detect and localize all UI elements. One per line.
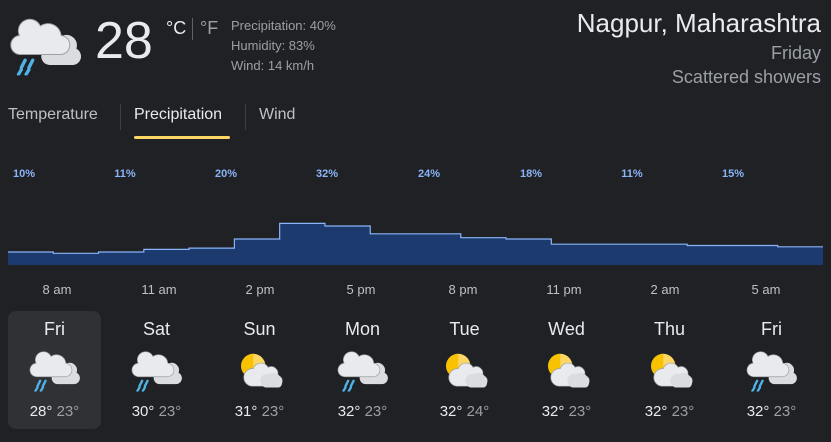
tab-divider	[120, 104, 121, 130]
high-temp: 32°	[644, 403, 668, 420]
time-tick-label: 5 am	[752, 282, 781, 297]
location-condition: Scattered showers	[671, 67, 821, 87]
high-temp: 32°	[439, 403, 463, 420]
forecast-temps: 32° 23°	[623, 403, 716, 420]
forecast-day-tue[interactable]: Tue 32° 24°	[418, 311, 511, 429]
rain-cloud-icon	[28, 347, 82, 393]
precipitation-value-label: 11%	[621, 168, 643, 180]
high-temp: 28°	[29, 403, 53, 420]
low-temp: 23°	[364, 403, 388, 420]
forecast-day-name: Sun	[243, 319, 276, 339]
precipitation-value-label: 20%	[215, 168, 237, 180]
high-temp: 30°	[131, 403, 155, 420]
precipitation-value-label: 32%	[316, 168, 338, 180]
location-title: Nagpur, Maharashtra	[576, 8, 821, 38]
rain-cloud-icon	[8, 14, 84, 76]
forecast-day-name: Wed	[548, 319, 585, 339]
forecast-day-sun[interactable]: Sun 31° 23°	[213, 311, 306, 429]
time-tick-label: 2 pm	[246, 282, 275, 297]
tab-precipitation[interactable]: Precipitation	[134, 106, 222, 124]
low-temp: 23°	[261, 403, 285, 420]
high-temp: 32°	[746, 403, 770, 420]
forecast-temps: 32° 23°	[520, 403, 613, 420]
forecast-day-fri[interactable]: Fri 28° 23°	[8, 311, 101, 429]
precipitation-value-label: 11%	[114, 168, 136, 180]
unit-celsius-button[interactable]: °C	[166, 18, 186, 39]
time-tick-label: 5 pm	[347, 282, 376, 297]
time-tick-label: 8 am	[43, 282, 72, 297]
forecast-temps: 28° 23°	[8, 403, 101, 420]
current-temperature: 28	[95, 12, 153, 70]
unit-fahrenheit-button[interactable]: °F	[200, 18, 218, 39]
high-temp: 31°	[234, 403, 258, 420]
tab-divider	[245, 104, 246, 130]
time-tick-label: 2 am	[651, 282, 680, 297]
precipitation-value-label: 24%	[418, 168, 440, 180]
unit-divider	[192, 18, 193, 40]
tab-wind[interactable]: Wind	[259, 106, 295, 124]
partly-cloudy-icon	[643, 347, 697, 393]
precipitation-value-label: 10%	[13, 168, 35, 180]
high-temp: 32°	[337, 403, 361, 420]
rain-cloud-icon	[745, 347, 799, 393]
precipitation-area	[8, 223, 823, 265]
location-day: Friday	[770, 43, 821, 63]
forecast-day-thu[interactable]: Thu 32° 23°	[623, 311, 716, 429]
forecast-temps: 32° 24°	[418, 403, 511, 420]
rain-cloud-icon	[336, 347, 390, 393]
humidity-text: Humidity: 83%	[231, 38, 315, 53]
forecast-temps: 32° 23°	[316, 403, 409, 420]
forecast-temps: 31° 23°	[213, 403, 306, 420]
low-temp: 23°	[773, 403, 797, 420]
forecast-day-name: Fri	[761, 319, 782, 339]
precipitation-chart: 10% 11% 20% 32% 24% 18% 11% 15% 8 am 11 am 2 pm 5 p…	[8, 168, 823, 297]
forecast-temps: 30° 23°	[110, 403, 203, 420]
low-temp: 23°	[671, 403, 695, 420]
forecast-day-wed[interactable]: Wed 32° 23°	[520, 311, 613, 429]
partly-cloudy-icon	[438, 347, 492, 393]
partly-cloudy-icon	[233, 347, 287, 393]
time-tick-label: 8 pm	[449, 282, 478, 297]
forecast-day-name: Thu	[653, 319, 686, 339]
wind-text: Wind: 14 km/h	[231, 58, 315, 73]
forecast-day-mon[interactable]: Mon 32° 23°	[316, 311, 409, 429]
partly-cloudy-icon	[540, 347, 594, 393]
active-tab-indicator	[134, 136, 230, 139]
forecast-day-fri[interactable]: Fri 32° 23°	[725, 311, 818, 429]
low-temp: 24°	[466, 403, 490, 420]
time-tick-label: 11 pm	[546, 282, 581, 297]
forecast-day-name: Tue	[449, 319, 480, 339]
precipitation-value-label: 18%	[520, 168, 542, 180]
high-temp: 32°	[541, 403, 565, 420]
rain-cloud-icon	[130, 347, 184, 393]
low-temp: 23°	[158, 403, 182, 420]
forecast-temps: 32° 23°	[725, 403, 818, 420]
low-temp: 23°	[56, 403, 80, 420]
tab-temperature[interactable]: Temperature	[8, 106, 98, 124]
forecast-day-name: Sat	[142, 319, 171, 339]
time-tick-label: 11 am	[141, 282, 176, 297]
low-temp: 23°	[568, 403, 592, 420]
forecast-day-sat[interactable]: Sat 30° 23°	[110, 311, 203, 429]
forecast-day-name: Fri	[44, 319, 65, 339]
precipitation-text: Precipitation: 40%	[231, 18, 336, 33]
precipitation-value-label: 15%	[722, 168, 744, 180]
forecast-day-name: Mon	[344, 319, 380, 339]
